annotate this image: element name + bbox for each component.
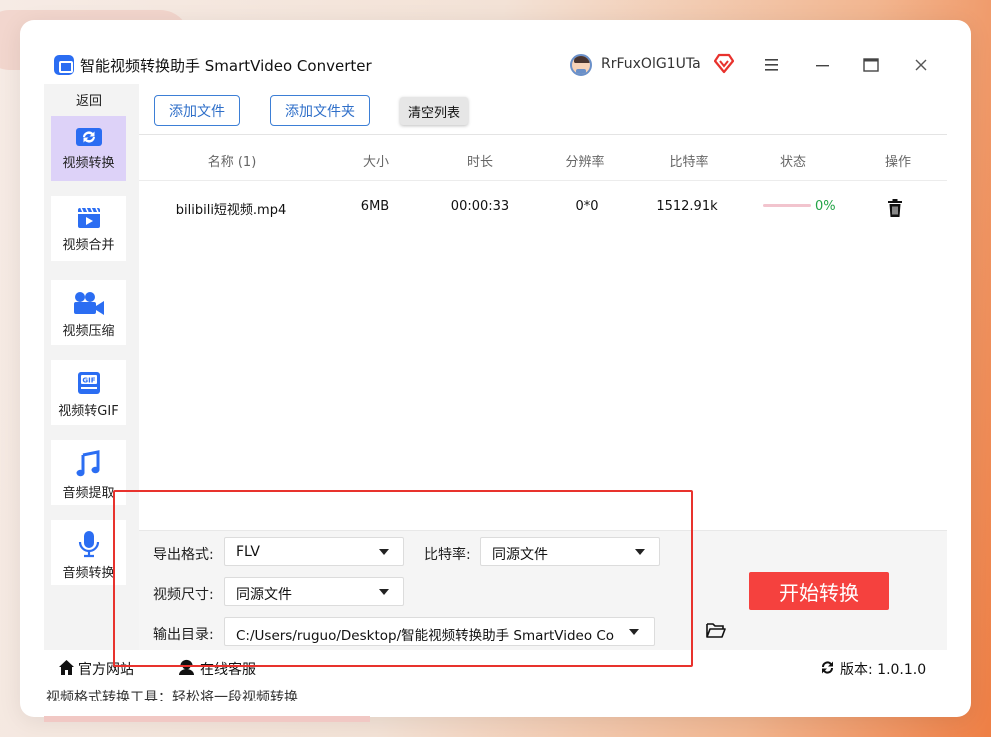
username[interactable]: RrFuxOlG1UTa [601,56,701,72]
format-label: 导出格式: [153,547,214,563]
toolbar: 添加文件 添加文件夹 清空列表 [139,84,947,135]
start-convert-button[interactable]: 开始转换 [749,572,889,610]
video-compress-icon [73,292,104,315]
status-bar: 官方网站 在线客服 版本: 1.0.1.0 [44,650,947,684]
title-bar: 智能视频转换助手 SmartVideo Converter RrFuxOlG1U… [44,44,947,84]
sidebar-item-audio-convert[interactable]: 音频转换 [51,520,126,585]
gif-icon: GIF [77,372,100,394]
file-table: 名称 (1) 大小 时长 分辨率 比特率 状态 操作 bilibili短视频.m… [139,135,947,530]
file-bitrate: 1512.91k [656,199,718,214]
column-header-size[interactable]: 大小 [355,151,397,170]
output-dir-select[interactable]: C:/Users/ruguo/Desktop/智能视频转换助手 SmartVid… [224,617,655,646]
format-select[interactable]: FLV [224,537,404,566]
back-link[interactable]: 返回 [44,90,134,109]
app-window: 智能视频转换助手 SmartVideo Converter RrFuxOlG1U… [44,44,947,684]
add-file-button[interactable]: 添加文件 [154,95,240,126]
sidebar-item-label: 音频提取 [62,486,115,501]
clear-list-button[interactable]: 清空列表 [400,97,468,125]
sidebar-item-video-convert[interactable]: 视频转换 [51,116,126,181]
add-folder-button[interactable]: 添加文件夹 [270,95,370,126]
file-name: bilibili短视频.mp4 [175,203,287,218]
output-dir-value: C:/Users/ruguo/Desktop/智能视频转换助手 SmartVid… [236,628,615,644]
sidebar-item-label: 视频转换 [62,156,115,171]
close-icon[interactable] [912,56,930,74]
home-icon [59,660,74,675]
bitrate-value: 同源文件 [492,547,548,563]
table-header: 名称 (1) 大小 时长 分辨率 比特率 状态 操作 [139,135,947,181]
chevron-down-icon[interactable] [379,549,389,555]
video-merge-icon [77,207,100,228]
user-avatar[interactable] [570,54,592,76]
progress-bar [763,204,811,207]
page-text-below: 视频格式转换工具：轻松将一段视频转换 [46,690,298,701]
online-support-link[interactable]: 在线客服 [200,659,256,679]
app-title: 智能视频转换助手 SmartVideo Converter [80,57,372,75]
maximize-icon[interactable] [862,56,880,74]
video-size-label: 视频尺寸: [153,587,214,603]
column-header-duration[interactable]: 时长 [459,151,501,170]
svg-text:GIF: GIF [82,377,95,385]
sidebar-item-audio-extract[interactable]: 音频提取 [51,440,126,505]
sidebar-item-video-merge[interactable]: 视频合并 [51,196,126,261]
column-header-name[interactable]: 名称 (1) [199,151,265,170]
column-header-status: 状态 [779,155,806,170]
text-underline [44,716,370,722]
output-dir-label: 输出目录: [153,627,214,643]
version-label: 版本: 1.0.1.0 [840,662,927,678]
sidebar-item-label: 音频转换 [62,566,115,581]
sidebar-item-label: 视频压缩 [62,324,115,339]
trash-icon[interactable] [887,199,903,217]
column-header-resolution[interactable]: 分辨率 [555,151,615,170]
official-website-link[interactable]: 官方网站 [78,659,134,679]
output-settings: 导出格式: FLV 比特率: 同源文件 视频尺寸: 同源文件 输出目录: C:/… [139,530,947,650]
diamond-icon[interactable] [714,52,734,74]
minimize-icon[interactable] [814,56,832,74]
refresh-icon[interactable] [819,659,836,676]
column-header-bitrate[interactable]: 比特率 [661,151,717,170]
chevron-down-icon[interactable] [629,629,639,635]
bitrate-label: 比特率: [424,547,471,563]
folder-open-icon[interactable] [706,621,726,639]
sidebar-item-video-compress[interactable]: 视频压缩 [51,280,126,345]
sidebar: 返回 视频转换 视频合并 视频压缩 GIF 视频转GIF 音频提取 音频转换 [44,84,139,650]
file-size: 6MB [360,199,390,214]
app-logo-icon [54,55,74,75]
file-resolution: 0*0 [575,199,599,214]
format-value: FLV [236,544,260,560]
bitrate-select[interactable]: 同源文件 [480,537,660,566]
music-note-icon [76,450,99,477]
video-convert-icon [75,128,102,146]
file-duration: 00:00:33 [450,199,510,214]
column-header-actions: 操作 [884,155,911,170]
video-size-select[interactable]: 同源文件 [224,577,404,606]
customer-service-icon [179,659,194,675]
video-size-value: 同源文件 [236,587,292,603]
chevron-down-icon[interactable] [379,589,389,595]
sidebar-item-label: 视频转GIF [58,404,119,419]
sidebar-item-video-gif[interactable]: GIF 视频转GIF [51,360,126,425]
microphone-icon [78,531,99,558]
progress-percent: 0% [815,199,836,214]
chevron-down-icon[interactable] [635,549,645,555]
hamburger-menu-icon[interactable] [763,56,781,74]
sidebar-item-label: 视频合并 [62,238,115,253]
